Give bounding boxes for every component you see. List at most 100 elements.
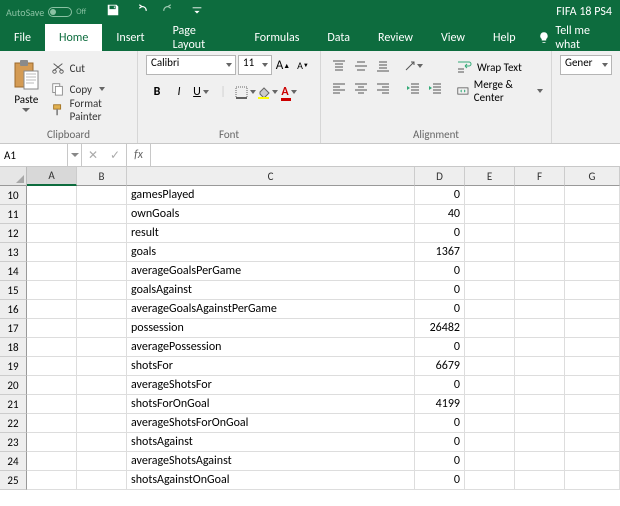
cell[interactable]: 0 [415, 452, 465, 471]
cell[interactable] [77, 224, 127, 243]
cell[interactable] [77, 205, 127, 224]
cell[interactable] [77, 281, 127, 300]
cell[interactable] [515, 224, 565, 243]
row-header[interactable]: 18 [0, 338, 27, 357]
copy-button[interactable]: Copy [51, 80, 129, 98]
cell[interactable] [465, 357, 515, 376]
cell[interactable] [27, 452, 77, 471]
cell[interactable] [77, 243, 127, 262]
tab-review[interactable]: Review [364, 24, 427, 51]
cell[interactable] [27, 262, 77, 281]
row-header[interactable]: 24 [0, 452, 27, 471]
cell[interactable]: goalsAgainst [127, 281, 415, 300]
cell[interactable] [465, 376, 515, 395]
cell[interactable]: shotsForOnGoal [127, 395, 415, 414]
cell[interactable] [465, 414, 515, 433]
cell[interactable] [27, 186, 77, 205]
cell[interactable]: possession [127, 319, 415, 338]
cell[interactable] [27, 319, 77, 338]
cell[interactable] [77, 471, 127, 490]
name-box[interactable]: A1 [0, 144, 68, 166]
cell[interactable] [515, 376, 565, 395]
cell[interactable] [77, 319, 127, 338]
align-left-button[interactable] [329, 79, 349, 97]
cell[interactable] [27, 300, 77, 319]
decrease-font-button[interactable]: A▼ [294, 55, 312, 75]
save-icon[interactable] [106, 3, 120, 21]
enter-formula-button[interactable]: ✓ [104, 148, 126, 163]
cell[interactable] [77, 414, 127, 433]
cell[interactable] [565, 262, 620, 281]
row-header[interactable]: 25 [0, 471, 27, 490]
row-header[interactable]: 15 [0, 281, 27, 300]
cell[interactable]: goals [127, 243, 415, 262]
cell[interactable] [27, 243, 77, 262]
cell[interactable] [465, 452, 515, 471]
cell[interactable] [465, 262, 515, 281]
row-header[interactable]: 12 [0, 224, 27, 243]
cell[interactable] [515, 186, 565, 205]
redo-icon[interactable] [162, 3, 176, 21]
col-header-E[interactable]: E [465, 167, 515, 186]
cell[interactable] [515, 433, 565, 452]
row-header[interactable]: 23 [0, 433, 27, 452]
row-header[interactable]: 14 [0, 262, 27, 281]
cell[interactable] [465, 471, 515, 490]
font-name-select[interactable]: Calibri [146, 55, 236, 75]
cell[interactable] [515, 243, 565, 262]
cell[interactable] [515, 414, 565, 433]
cell[interactable] [565, 452, 620, 471]
cell[interactable] [27, 376, 77, 395]
cell[interactable]: 6679 [415, 357, 465, 376]
cell[interactable] [565, 281, 620, 300]
cell[interactable] [27, 205, 77, 224]
cell[interactable] [565, 471, 620, 490]
cell[interactable]: gamesPlayed [127, 186, 415, 205]
cell[interactable] [465, 224, 515, 243]
cell[interactable]: shotsAgainstOnGoal [127, 471, 415, 490]
borders-button[interactable] [234, 81, 256, 103]
cell[interactable] [465, 395, 515, 414]
cell[interactable] [565, 205, 620, 224]
cell[interactable] [27, 433, 77, 452]
cell[interactable] [465, 205, 515, 224]
align-right-button[interactable] [373, 79, 393, 97]
cell[interactable] [27, 224, 77, 243]
orientation-button[interactable] [403, 57, 423, 75]
cell[interactable]: ownGoals [127, 205, 415, 224]
cell[interactable] [515, 338, 565, 357]
cell[interactable] [515, 471, 565, 490]
cell[interactable] [515, 395, 565, 414]
col-header-B[interactable]: B [77, 167, 127, 186]
cell[interactable]: averageShotsAgainst [127, 452, 415, 471]
cell[interactable] [565, 224, 620, 243]
increase-font-button[interactable]: A▲ [274, 55, 292, 75]
cell[interactable] [27, 395, 77, 414]
cell[interactable] [515, 300, 565, 319]
cell[interactable] [565, 186, 620, 205]
cell[interactable] [27, 357, 77, 376]
font-color-button[interactable]: A [278, 81, 300, 103]
autosave-toggle[interactable]: AutoSave Off [6, 6, 86, 19]
cell[interactable] [515, 262, 565, 281]
row-header[interactable]: 20 [0, 376, 27, 395]
cell[interactable]: 0 [415, 224, 465, 243]
cell[interactable] [77, 376, 127, 395]
qat-customize-icon[interactable] [190, 3, 204, 21]
fill-color-button[interactable] [256, 81, 278, 103]
undo-icon[interactable] [134, 3, 148, 21]
tell-me-search[interactable]: Tell me what [530, 24, 620, 51]
cell[interactable]: averageShotsForOnGoal [127, 414, 415, 433]
cell[interactable] [27, 338, 77, 357]
align-center-button[interactable] [351, 79, 371, 97]
decrease-indent-button[interactable] [403, 79, 423, 97]
cell[interactable] [565, 433, 620, 452]
cell[interactable] [77, 300, 127, 319]
cell[interactable]: result [127, 224, 415, 243]
tab-file[interactable]: File [0, 24, 45, 51]
number-format-select[interactable]: Gener [560, 55, 612, 75]
cell[interactable] [465, 186, 515, 205]
tab-help[interactable]: Help [479, 24, 530, 51]
cell[interactable] [565, 300, 620, 319]
cell[interactable]: 0 [415, 338, 465, 357]
